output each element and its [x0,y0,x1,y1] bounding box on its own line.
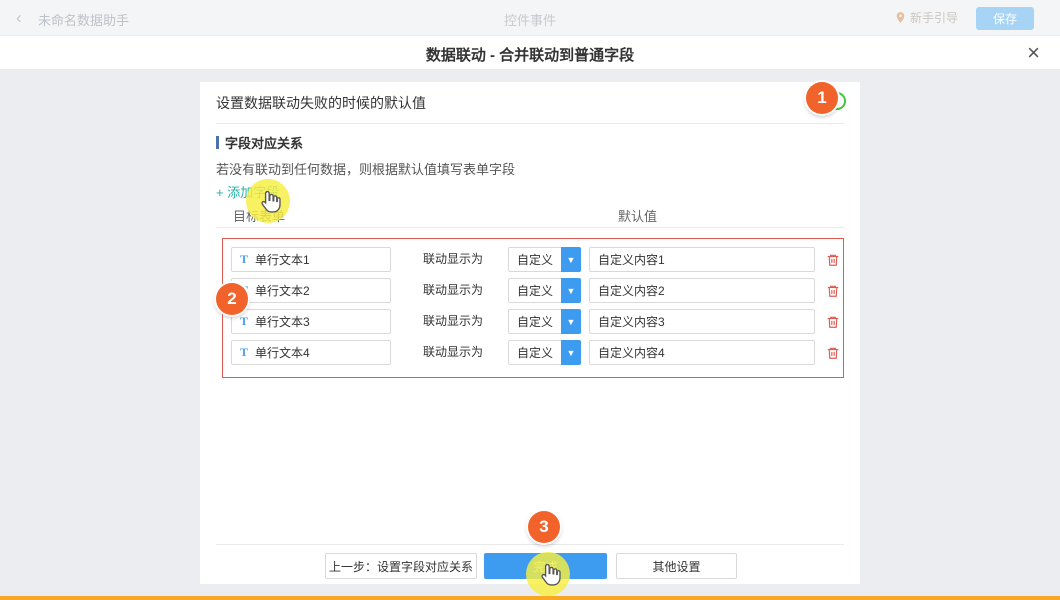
previous-step-button[interactable]: 上一步：设置字段对应关系 [325,553,477,579]
field-mapping-row: T 单行文本2 联动显示为 自定义 ▼ [223,278,843,303]
default-value-input[interactable] [589,278,815,303]
display-mode-select[interactable]: 自定义 ▼ [508,278,581,303]
display-mode-select[interactable]: 自定义 ▼ [508,247,581,272]
trash-icon [826,346,840,360]
link-display-label: 联动显示为 [423,340,483,365]
display-mode-value: 自定义 [508,278,561,303]
display-mode-select[interactable]: 自定义 ▼ [508,340,581,365]
guide-label: 新手引导 [910,9,958,26]
text-field-icon: T [240,314,248,329]
delete-row-button[interactable] [824,278,842,303]
trash-icon [826,315,840,329]
delete-row-button[interactable] [824,247,842,272]
default-value-input[interactable] [589,340,815,365]
field-mapping-row: T 单行文本3 联动显示为 自定义 ▼ [223,309,843,334]
chevron-down-icon[interactable]: ▼ [561,247,581,272]
target-field-name: 单行文本1 [255,251,310,268]
target-field-input[interactable]: T 单行文本3 [231,309,391,334]
section-description: 若没有联动到任何数据，则根据默认值填写表单字段 [216,159,515,178]
column-header-default-value: 默认值 [618,206,657,225]
screen: ‹ 未命名数据助手 控件事件 新手引导 保存 数据联动 - 合并联动到普通字段 … [0,0,1060,600]
location-pin-icon [894,11,907,24]
close-icon[interactable]: × [1027,40,1040,66]
link-display-label: 联动显示为 [423,247,483,272]
target-field-name: 单行文本2 [255,282,310,299]
text-field-icon: T [240,252,248,267]
beginner-guide-link[interactable]: 新手引导 [894,9,958,26]
page-bottom-accent-bar [0,596,1060,600]
trash-icon [826,253,840,267]
target-field-name: 单行文本4 [255,344,310,361]
field-mapping-box: T 单行文本1 联动显示为 自定义 ▼ T 单行文本2 联动显示为 [222,238,844,378]
other-settings-button[interactable]: 其他设置 [616,553,737,579]
delete-row-button[interactable] [824,309,842,334]
display-mode-value: 自定义 [508,247,561,272]
target-field-input[interactable]: T 单行文本4 [231,340,391,365]
text-field-icon: T [240,345,248,360]
section-title-text: 字段对应关系 [225,133,303,152]
divider [216,123,844,124]
display-mode-select[interactable]: 自定义 ▼ [508,309,581,334]
display-mode-value: 自定义 [508,309,561,334]
default-value-input[interactable] [589,247,815,272]
trash-icon [826,284,840,298]
fail-default-label: 设置数据联动失败的时候的默认值 [216,93,426,113]
section-accent-bar [216,136,219,149]
save-button[interactable]: 保存 [976,7,1034,30]
chevron-down-icon[interactable]: ▼ [561,340,581,365]
display-mode-value: 自定义 [508,340,561,365]
step-badge-1: 1 [806,82,838,114]
target-field-input[interactable]: T 单行文本2 [231,278,391,303]
step-badge-2: 2 [216,283,248,315]
delete-row-button[interactable] [824,340,842,365]
modal-header: 数据联动 - 合并联动到普通字段 × [0,36,1060,70]
divider [216,544,844,545]
step-badge-3: 3 [528,511,560,543]
field-mapping-row: T 单行文本4 联动显示为 自定义 ▼ [223,340,843,365]
topbar: ‹ 未命名数据助手 控件事件 新手引导 保存 [0,0,1060,36]
chevron-down-icon[interactable]: ▼ [561,309,581,334]
divider [216,227,844,228]
plus-icon: + [216,185,224,200]
link-display-label: 联动显示为 [423,278,483,303]
default-value-input[interactable] [589,309,815,334]
target-field-input[interactable]: T 单行文本1 [231,247,391,272]
chevron-down-icon[interactable]: ▼ [561,278,581,303]
modal-title: 数据联动 - 合并联动到普通字段 [0,44,1060,65]
section-title: 字段对应关系 [216,133,303,152]
target-field-name: 单行文本3 [255,313,310,330]
settings-panel: 设置数据联动失败的时候的默认值 开 字段对应关系 若没有联动到任何数据，则根据默… [200,82,860,584]
field-mapping-row: T 单行文本1 联动显示为 自定义 ▼ [223,247,843,272]
link-display-label: 联动显示为 [423,309,483,334]
hand-cursor-icon [258,188,283,215]
hand-cursor-icon [538,561,563,588]
